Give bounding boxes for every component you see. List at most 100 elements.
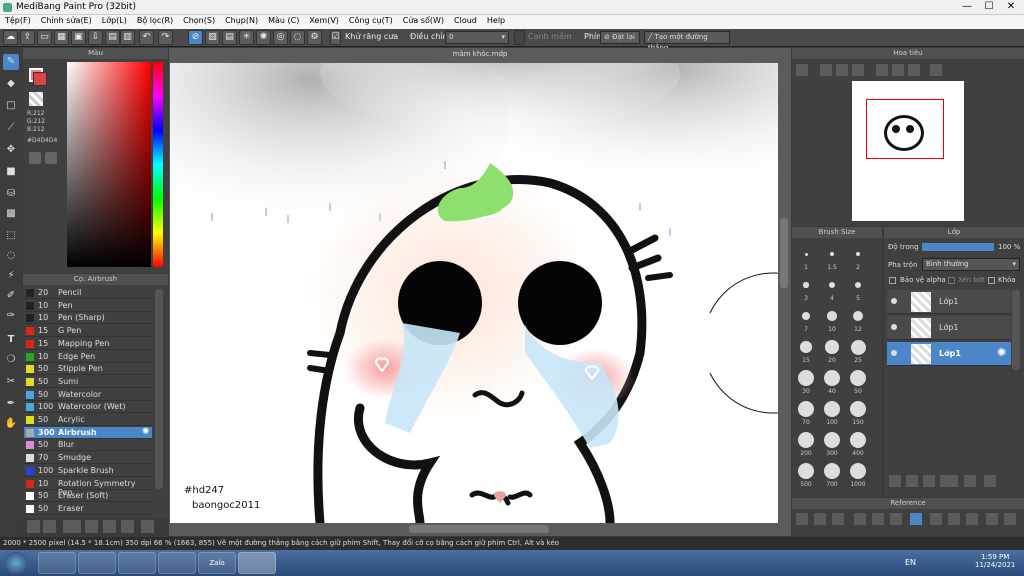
text-tool-icon[interactable]: T xyxy=(3,332,19,348)
brush-size-cell[interactable]: 500 xyxy=(794,460,818,490)
ref-zoom-in-icon[interactable] xyxy=(854,513,866,525)
brush-size-cell[interactable]: 70 xyxy=(794,398,818,428)
maximize-button[interactable]: ☐ xyxy=(978,0,1000,14)
visibility-icon[interactable] xyxy=(891,324,897,330)
brush-list-item[interactable]: 10 Pen xyxy=(24,300,152,312)
brush-size-cell[interactable]: 30 xyxy=(794,367,818,397)
close-button[interactable]: ✕ xyxy=(1000,0,1022,14)
brush-settings-icon[interactable] xyxy=(85,520,98,533)
brush-size-cell[interactable]: 25 xyxy=(846,336,870,366)
brush-size-cell[interactable]: 20 xyxy=(820,336,844,366)
media-task-icon[interactable] xyxy=(118,552,156,574)
brush-size-cell[interactable]: 10 xyxy=(820,305,844,335)
new-halftone-layer-icon[interactable] xyxy=(923,475,935,487)
brush-size-cell[interactable]: 3 xyxy=(794,274,818,304)
brush-list-item[interactable]: 300 Airbrush ✺ xyxy=(24,426,152,439)
ref-zoom-out-icon[interactable] xyxy=(890,513,902,525)
brush-list-item[interactable]: 10 Pen (Sharp) xyxy=(24,312,152,325)
brush-list-item[interactable]: 15 Mapping Pen xyxy=(24,338,152,350)
antialias-checkbox[interactable]: ☑ xyxy=(330,30,341,45)
snap-curve-icon[interactable]: ◌ xyxy=(290,30,305,45)
brush-list-item[interactable]: 50 Eraser (Soft) xyxy=(24,490,152,503)
smooth-checkbox[interactable] xyxy=(514,30,525,45)
lasso-tool-icon[interactable]: ◌ xyxy=(3,248,19,264)
brush-list-item[interactable]: 15 G Pen xyxy=(24,325,152,338)
straight-line-button[interactable]: ╱ Tạo một đường thẳng xyxy=(644,31,730,52)
brush-list-item[interactable]: 50 Watercolor xyxy=(24,389,152,401)
brush-list-item[interactable]: 50 Sumi xyxy=(24,376,152,388)
menu-tools[interactable]: Công cụ(T) xyxy=(344,15,398,26)
snap-cross-icon[interactable]: ▤ xyxy=(222,30,237,45)
snap-vanish-icon[interactable]: ✳ xyxy=(239,30,254,45)
undo-icon[interactable]: ↶ xyxy=(139,30,154,45)
brush-size-cell[interactable]: 100 xyxy=(820,398,844,428)
start-button[interactable] xyxy=(4,552,28,574)
trash-icon[interactable] xyxy=(141,520,154,533)
brush-list-item[interactable]: 50 Blur xyxy=(24,439,152,452)
menu-color[interactable]: Màu (C) xyxy=(263,15,304,26)
gradient-tool-icon[interactable]: ▩ xyxy=(3,206,19,222)
zoom-in-icon[interactable] xyxy=(820,64,832,76)
brush-size-cell[interactable]: 7 xyxy=(794,305,818,335)
background-color-swatch[interactable] xyxy=(33,72,47,86)
upload-icon[interactable]: ⇪ xyxy=(20,30,35,45)
ref-lock-icon[interactable] xyxy=(1004,513,1016,525)
new-layer-icon[interactable] xyxy=(889,475,901,487)
dot-tool-icon[interactable]: □ xyxy=(3,98,19,114)
brush-size-cell[interactable]: 300 xyxy=(820,429,844,459)
zoom-icon[interactable] xyxy=(796,64,808,76)
new-color-layer-icon[interactable] xyxy=(906,475,918,487)
ref-hand-icon[interactable] xyxy=(910,513,922,525)
clipping-checkbox[interactable] xyxy=(948,277,955,284)
canvas-horizontal-scrollbar[interactable] xyxy=(409,525,549,533)
brush-size-cell[interactable]: 5 xyxy=(846,274,870,304)
layer-settings-icon[interactable]: ✺ xyxy=(997,346,1006,359)
brush-menu-icon[interactable] xyxy=(63,520,81,533)
brush-list-item[interactable]: 50 Acrylic xyxy=(24,414,152,426)
eyedropper-icon[interactable] xyxy=(45,152,57,164)
brush-size-cell[interactable]: 1 xyxy=(794,243,818,273)
blur-tool-icon[interactable]: ⟋ xyxy=(3,120,19,136)
bucket-tool-icon[interactable]: ⛁ xyxy=(3,186,19,202)
brush-size-cell[interactable]: 40 xyxy=(820,367,844,397)
brush-size-cell[interactable]: 12 xyxy=(846,305,870,335)
move-tool-icon[interactable]: ✥ xyxy=(3,142,19,158)
snap-parallel-icon[interactable]: ▨ xyxy=(205,30,220,45)
zoom-out-icon[interactable] xyxy=(852,64,864,76)
ref-rotate-left-icon[interactable] xyxy=(930,513,942,525)
comment-icon[interactable]: ▭ xyxy=(37,30,52,45)
divide-tool-icon[interactable]: ✂ xyxy=(3,374,19,390)
medibang-task-icon[interactable] xyxy=(238,552,276,574)
menu-help[interactable]: Help xyxy=(482,15,510,26)
menu-select[interactable]: Chọn(S) xyxy=(178,15,220,26)
brush-list-item[interactable]: 100 Sparkle Brush xyxy=(24,465,152,477)
brush-size-cell[interactable]: 1000 xyxy=(846,460,870,490)
palette-icon[interactable] xyxy=(29,152,41,164)
visibility-icon[interactable] xyxy=(891,350,897,356)
grid-icon[interactable]: ▥ xyxy=(120,30,135,45)
redo-icon[interactable]: ↷ xyxy=(158,30,173,45)
eyedropper-tool-icon[interactable]: ✒ xyxy=(3,396,19,412)
snap-settings-icon[interactable]: ⚙ xyxy=(307,30,322,45)
brush-list-item[interactable]: 20 Pencil xyxy=(24,287,152,299)
ref-eyedropper-icon[interactable] xyxy=(986,513,998,525)
transparent-color-swatch[interactable] xyxy=(29,92,43,106)
canvas-vertical-scrollbar[interactable] xyxy=(780,218,788,288)
zalo-task-icon[interactable]: Zalo xyxy=(198,552,236,574)
export-icon[interactable]: ⇩ xyxy=(88,30,103,45)
brush-size-cell[interactable]: 4 xyxy=(820,274,844,304)
menu-file[interactable]: Tệp(F) xyxy=(0,15,36,26)
ref-fit-icon[interactable] xyxy=(872,513,884,525)
add-brush-icon[interactable] xyxy=(43,520,56,533)
snap-off-icon[interactable]: ⊘ xyxy=(188,30,203,45)
menu-window[interactable]: Cửa sổ(W) xyxy=(398,15,449,26)
select-tool-icon[interactable]: ⬚ xyxy=(3,228,19,244)
add-layer-menu-icon[interactable] xyxy=(940,475,958,487)
snap-circle-icon[interactable]: ◎ xyxy=(273,30,288,45)
select-pen-tool-icon[interactable]: ✐ xyxy=(3,288,19,304)
duplicate-layer-icon[interactable] xyxy=(984,475,996,487)
brush-size-cell[interactable]: 700 xyxy=(820,460,844,490)
flip-icon[interactable] xyxy=(892,64,904,76)
ref-flip-icon[interactable] xyxy=(948,513,960,525)
brush-list-item[interactable]: 70 Smudge xyxy=(24,452,152,465)
